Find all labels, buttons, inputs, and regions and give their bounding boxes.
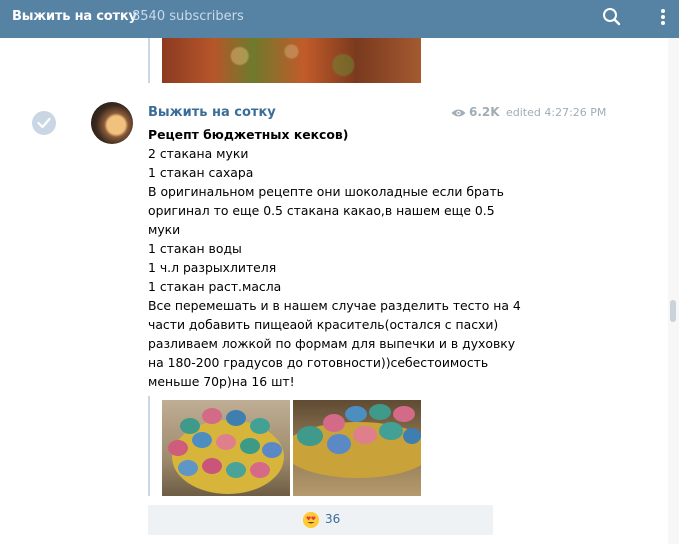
- message-line: на 180-200 градусов до готовности))себес…: [148, 355, 489, 370]
- message-line: 1 стакан сахара: [148, 165, 254, 180]
- view-count: 6.2K: [451, 105, 500, 119]
- cupcakes-photo-1[interactable]: [162, 400, 290, 496]
- message-line: В оригинальном рецепте они шоколадные ес…: [148, 184, 504, 199]
- scrollbar-track[interactable]: [668, 38, 679, 544]
- media-quote-bar: [148, 396, 150, 496]
- message-line: 2 стакана муки: [148, 146, 249, 161]
- channel-avatar[interactable]: [91, 102, 133, 144]
- message-line: разливаем ложкой по формам для выпечки и…: [148, 336, 516, 351]
- message-line: 1 ч.л разрыхлителя: [148, 260, 277, 275]
- previous-post-photo[interactable]: [162, 38, 421, 83]
- eye-icon: [451, 109, 466, 117]
- more-menu-icon[interactable]: [652, 5, 674, 29]
- scrollbar-thumb[interactable]: [670, 300, 676, 322]
- message-line: Рецепт бюджетных кексов): [148, 127, 349, 142]
- cupcakes-photo-2[interactable]: [293, 400, 421, 496]
- view-count-text: 6.2K: [469, 105, 500, 119]
- message-line: муки: [148, 222, 181, 237]
- search-icon[interactable]: [598, 5, 626, 29]
- reaction-button[interactable]: 36: [148, 505, 493, 535]
- message-author[interactable]: Выжить на сотку: [148, 105, 276, 120]
- message-line: 1 стакан раст.масла: [148, 279, 282, 294]
- reaction-count: 36: [325, 512, 341, 526]
- channel-header: Выжить на сотку 8540 subscribers: [0, 0, 679, 38]
- channel-title[interactable]: Выжить на сотку: [12, 9, 137, 24]
- message-line: оригинал то еще 0.5 стакана какао,в наше…: [148, 203, 495, 218]
- message-line: части добавить пищеаой краситель(остался…: [148, 317, 499, 332]
- message-line: Все перемешать и в нашем случае разделит…: [148, 298, 521, 313]
- message-line: 1 стакан воды: [148, 241, 242, 256]
- edited-timestamp: edited 4:27:26 PM: [506, 106, 607, 119]
- message-line: меньше 70р)на 16 шт!: [148, 374, 295, 389]
- heart-eyes-emoji-icon: [303, 512, 319, 528]
- subscriber-count: 8540 subscribers: [132, 9, 244, 24]
- select-message-checkbox[interactable]: [32, 111, 56, 135]
- message-text: Рецепт бюджетных кексов) 2 стакана муки …: [148, 125, 521, 391]
- previous-media-quote-bar: [148, 38, 150, 83]
